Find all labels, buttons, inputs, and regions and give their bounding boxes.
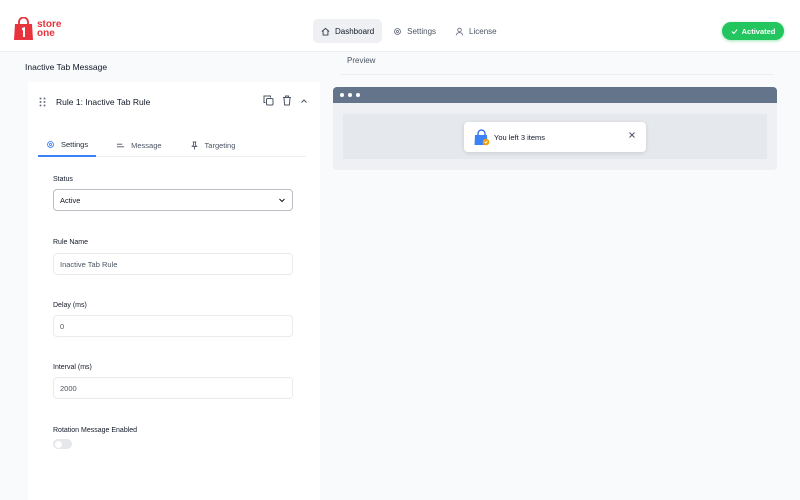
chevron-up-icon [301, 98, 307, 103]
toast-text: You left 3 items [494, 132, 546, 142]
page-title: Inactive Tab Message [25, 62, 108, 72]
interval-label: Interval (ms) [53, 364, 92, 371]
store-one-logo[interactable]: store one [13, 17, 61, 41]
logo-wordmark: store one [37, 19, 62, 39]
shopping-bag-icon [474, 128, 490, 145]
rule-tabs: Settings Message Targeting [38, 134, 306, 157]
drag-handle-icon[interactable] [39, 97, 46, 107]
status-label: Status [53, 176, 73, 183]
check-icon [731, 28, 738, 34]
window-dot [348, 93, 352, 97]
window-dot [356, 93, 360, 97]
interval-input[interactable]: 2000 [53, 377, 293, 399]
tab-message[interactable]: Message [108, 134, 169, 157]
tab-targeting[interactable]: Targeting [182, 134, 244, 157]
activated-badge[interactable]: Activated [722, 22, 784, 40]
pin-icon [190, 141, 198, 150]
delay-input[interactable]: 0 [53, 315, 293, 337]
duplicate-button[interactable] [263, 95, 274, 106]
top-bar: store one Dashboard Settings License Act… [0, 0, 800, 52]
rule-actions [263, 95, 316, 106]
nav-license-label: License [469, 26, 497, 36]
home-icon [321, 27, 330, 36]
close-icon[interactable] [628, 131, 636, 139]
tab-message-label: Message [131, 141, 162, 150]
rule-name-value: Inactive Tab Rule [60, 259, 118, 269]
nav-settings-label: Settings [407, 26, 437, 36]
toast-notification: You left 3 items [464, 122, 646, 152]
chevron-down-icon [279, 198, 285, 203]
user-icon [455, 27, 464, 36]
gear-icon [394, 27, 402, 35]
tab-targeting-label: Targeting [204, 141, 236, 150]
status-select[interactable]: Active [53, 189, 293, 211]
preview-divider [340, 74, 774, 75]
trash-icon [283, 95, 291, 106]
rule-name-label: Rule Name [53, 239, 89, 246]
nav-dashboard-label: Dashboard [335, 26, 375, 36]
rule-name-input[interactable]: Inactive Tab Rule [53, 253, 293, 275]
activated-label: Activated [741, 26, 776, 36]
rule-title: Rule 1: Inactive Tab Rule [56, 97, 151, 107]
delay-value: 0 [60, 321, 65, 331]
tab-settings[interactable]: Settings [38, 134, 97, 157]
collapse-button[interactable] [300, 97, 308, 105]
lines-icon [117, 143, 125, 148]
rotation-toggle[interactable] [53, 439, 72, 449]
delete-button[interactable] [282, 95, 292, 106]
copy-icon [263, 95, 274, 106]
main-nav: Dashboard Settings License [313, 19, 508, 43]
nav-settings[interactable]: Settings [385, 19, 444, 43]
nav-dashboard[interactable]: Dashboard [313, 19, 383, 43]
rule-card: Rule 1: Inactive Tab Rule Settings Messa… [28, 82, 320, 500]
interval-value: 2000 [60, 383, 77, 393]
rotation-label: Rotation Message Enabled [53, 427, 138, 434]
preview-label: Preview [347, 56, 376, 65]
tab-settings-label: Settings [61, 140, 89, 149]
status-value: Active [60, 195, 81, 205]
shopping-bag-logo-icon [14, 17, 33, 40]
rule-header[interactable]: Rule 1: Inactive Tab Rule [28, 82, 320, 122]
gear-icon [47, 141, 54, 148]
browser-title-bar [333, 87, 777, 103]
window-dot [340, 93, 344, 97]
delay-label: Delay (ms) [53, 302, 87, 309]
nav-license[interactable]: License [447, 19, 505, 43]
